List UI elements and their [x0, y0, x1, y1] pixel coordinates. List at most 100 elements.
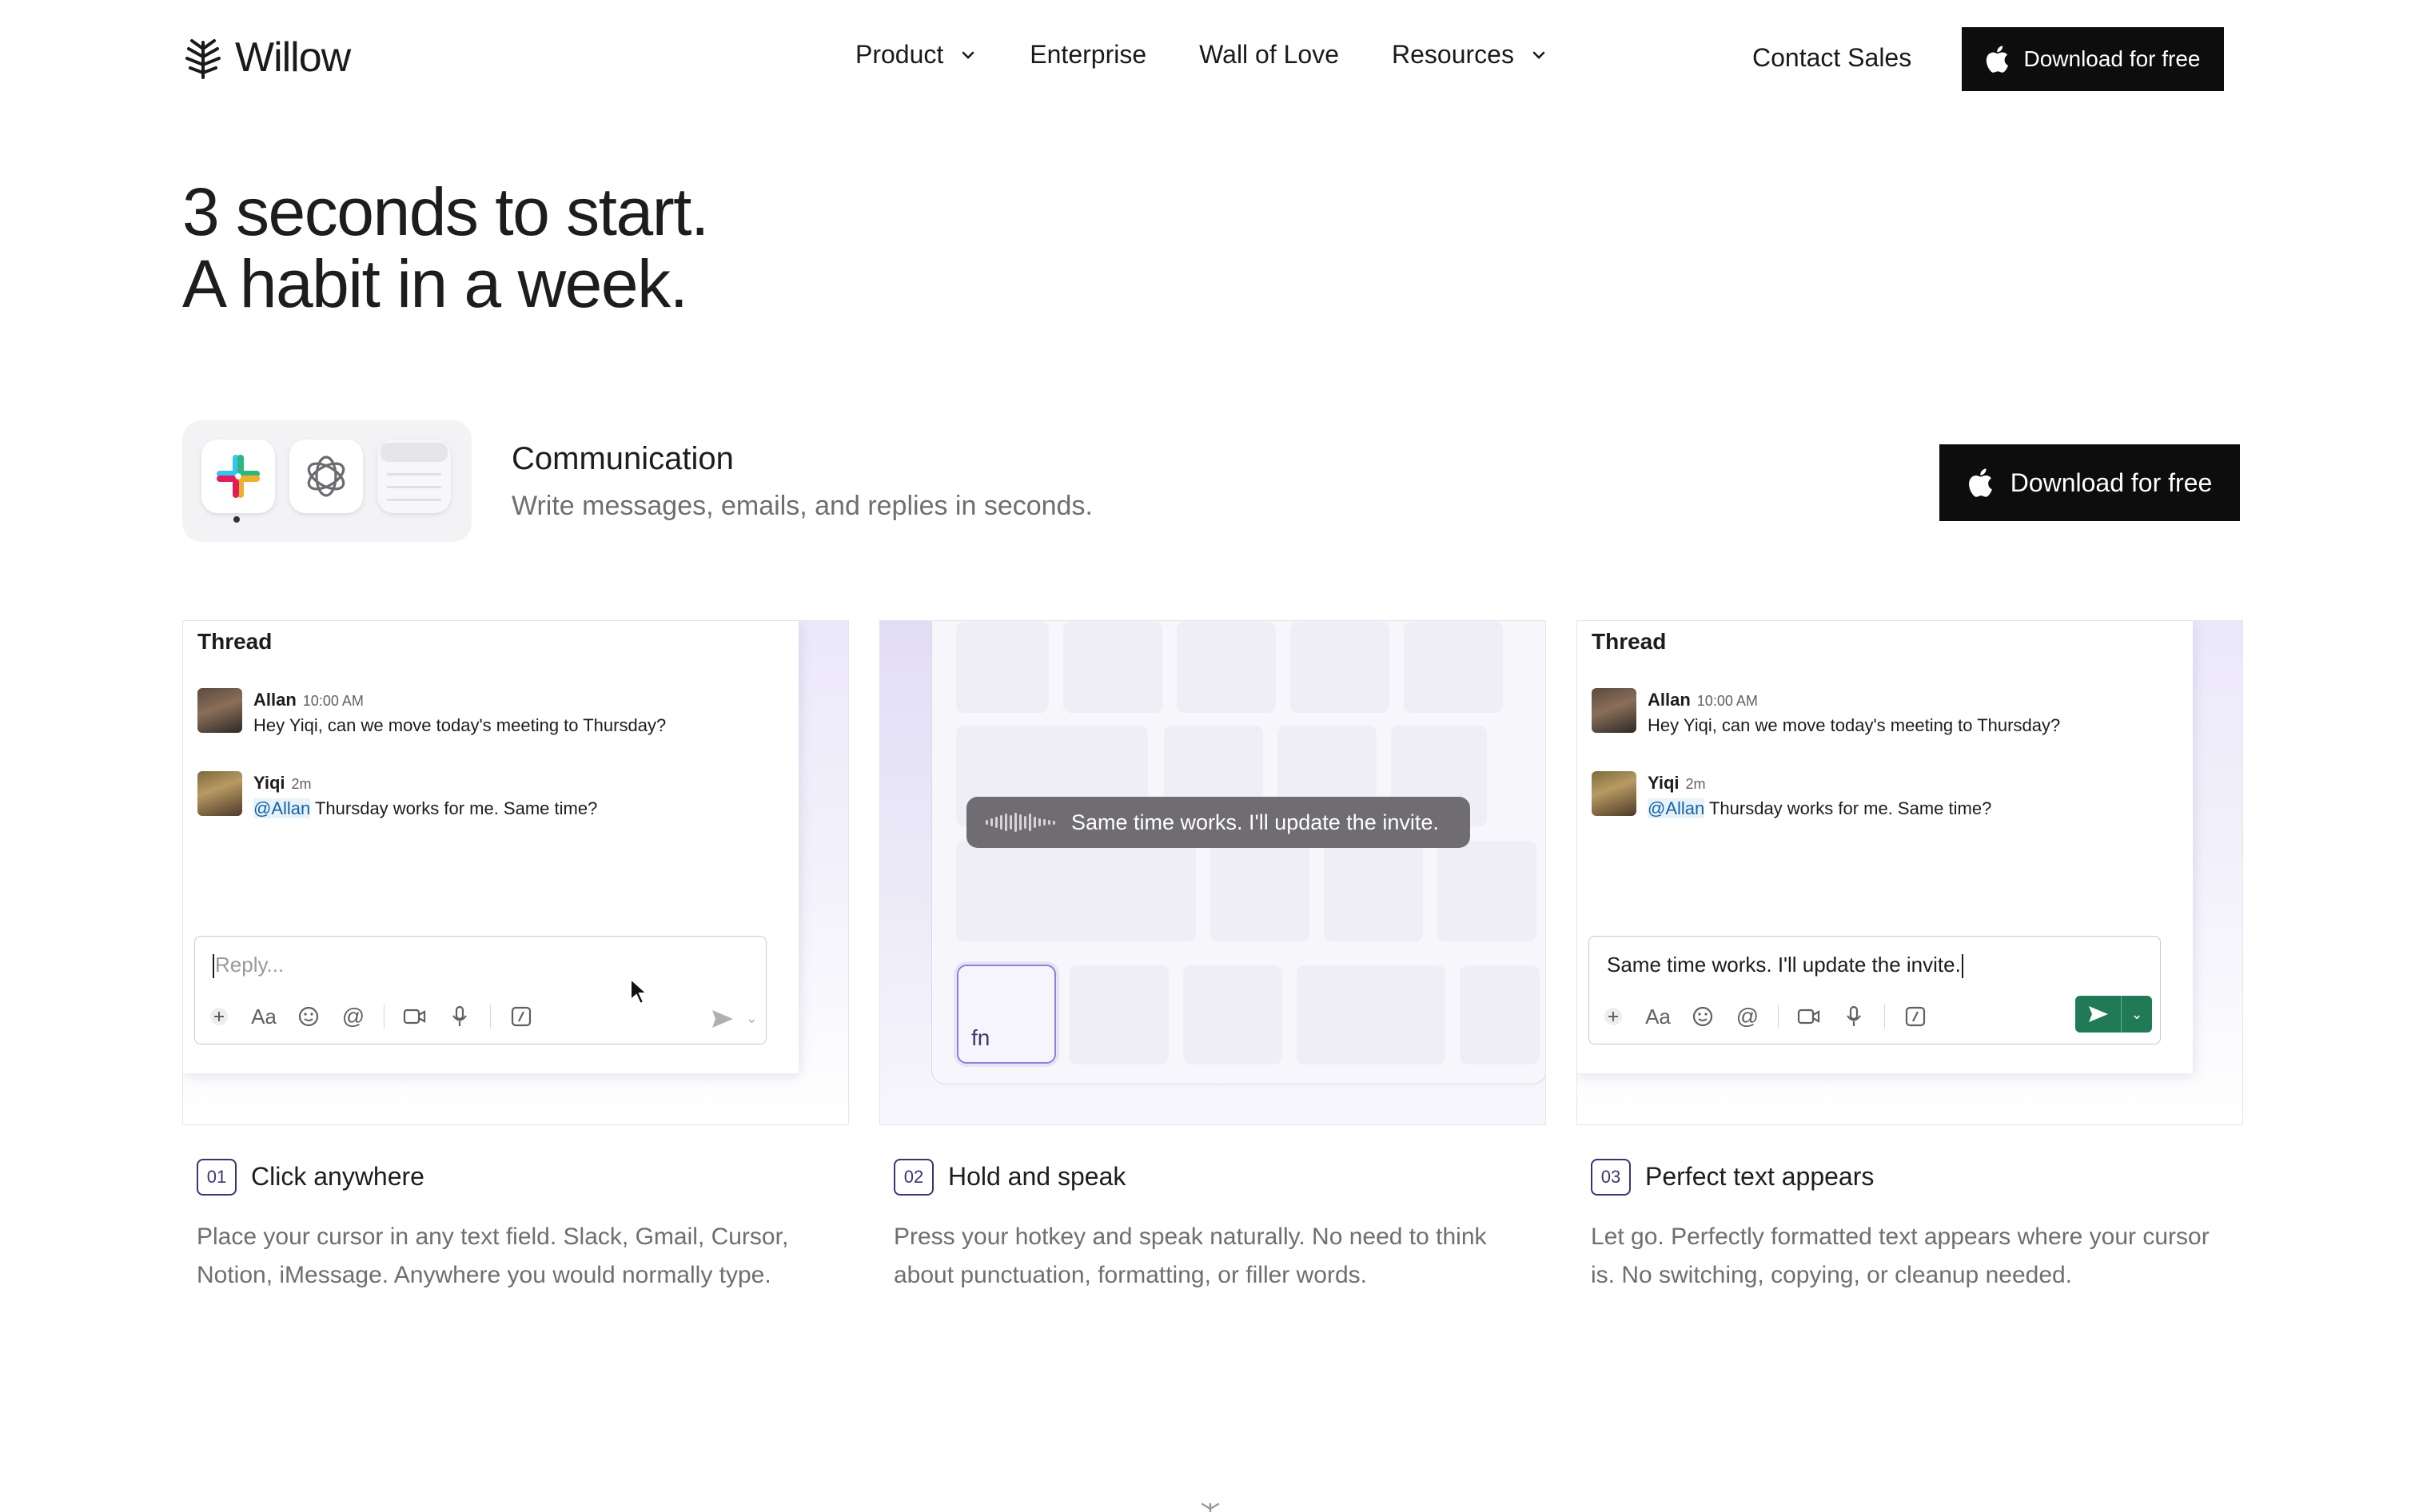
- message-time: 2m: [1685, 776, 1706, 792]
- keyboard-key: [1404, 622, 1503, 713]
- apple-icon: [1985, 46, 2009, 73]
- slash-command-icon[interactable]: [505, 1001, 537, 1033]
- reply-input[interactable]: Reply... Aa @ ⌄: [194, 936, 767, 1044]
- send-button[interactable]: ⌄: [2075, 996, 2152, 1033]
- keyboard-key: [1437, 841, 1536, 941]
- hero-heading: 3 seconds to start. A habit in a week.: [182, 176, 709, 321]
- keyboard-key: [956, 622, 1049, 713]
- keyboard-key: [1070, 965, 1169, 1064]
- feature-title: Communication: [512, 441, 734, 476]
- nav-product[interactable]: Product: [855, 40, 977, 70]
- slack-thread-window: Thread Allan 10:00 AM Hey Yiqi, can we mo…: [183, 621, 799, 1073]
- step-description: Place your cursor in any text field. Sla…: [197, 1224, 789, 1288]
- message-text: @Allan Thursday works for me. Same time?: [1648, 798, 1991, 819]
- hero-line-2: A habit in a week.: [182, 246, 688, 321]
- step-number: 03: [1591, 1159, 1631, 1196]
- plus-icon[interactable]: [203, 1001, 235, 1033]
- feature-description: Write messages, emails, and replies in s…: [512, 491, 1093, 521]
- chevron-down-icon[interactable]: ⌄: [746, 1010, 758, 1027]
- send-icon: [2075, 996, 2122, 1033]
- nav-wall-of-love-label: Wall of Love: [1199, 40, 1340, 69]
- keyboard-key: [1460, 965, 1540, 1064]
- nav-wall-of-love[interactable]: Wall of Love: [1199, 40, 1339, 70]
- nav-product-label: Product: [855, 40, 944, 69]
- download-button-feature-label: Download for free: [2010, 468, 2213, 497]
- apple-icon: [1967, 468, 1993, 497]
- chevron-down-icon: [1532, 51, 1545, 59]
- microphone-icon[interactable]: [1838, 1001, 1870, 1033]
- message-time: 10:00 AM: [302, 693, 364, 709]
- keyboard-key: [1183, 965, 1282, 1064]
- chatgpt-icon[interactable]: [289, 440, 363, 513]
- download-button-nav[interactable]: Download for free: [1962, 27, 2224, 91]
- thread-title: Thread: [1592, 629, 1667, 654]
- slack-icon[interactable]: [201, 440, 275, 513]
- step-number: 01: [197, 1159, 237, 1196]
- nav-enterprise[interactable]: Enterprise: [1030, 40, 1146, 70]
- mention-link[interactable]: @Allan: [253, 798, 311, 818]
- step-description: Press your hotkey and speak naturally. N…: [894, 1224, 1487, 1288]
- toolbar-divider: [1884, 1005, 1885, 1029]
- keyboard-key: [1210, 841, 1309, 941]
- message-text: Hey Yiqi, can we move today's meeting to…: [1648, 715, 2061, 735]
- reply-text: Same time works. I'll update the invite.: [1607, 953, 1963, 979]
- message-time: 2m: [291, 776, 312, 792]
- mention-icon[interactable]: @: [337, 1001, 369, 1033]
- keyboard-key: [1290, 622, 1389, 713]
- logo-wordmark: Willow: [235, 34, 351, 81]
- avatar: [197, 771, 242, 816]
- willow-logo[interactable]: Willow: [182, 34, 351, 82]
- keyboard-key: [1063, 622, 1162, 713]
- keyboard-key: [1324, 841, 1423, 941]
- video-icon[interactable]: [399, 1001, 431, 1033]
- message-author: Yiqi: [253, 773, 285, 793]
- format-text-icon[interactable]: Aa: [248, 1001, 280, 1033]
- download-button-nav-label: Download for free: [2023, 46, 2201, 71]
- nav-links: Product Enterprise Wall of Love Resource…: [855, 40, 1600, 70]
- mention-icon[interactable]: @: [1732, 1001, 1763, 1033]
- microphone-icon[interactable]: [444, 1001, 476, 1033]
- waveform-icon: [986, 813, 1055, 832]
- emoji-icon[interactable]: [1687, 1001, 1719, 1033]
- contact-sales-link[interactable]: Contact Sales: [1752, 43, 1911, 73]
- transcription-text: Same time works. I'll update the invite.: [1071, 810, 1439, 834]
- keyboard-key: [1177, 622, 1276, 713]
- message-time: 10:00 AM: [1696, 693, 1758, 709]
- format-text-icon[interactable]: Aa: [1642, 1001, 1674, 1033]
- emoji-icon[interactable]: [293, 1001, 325, 1033]
- message-author: Allan: [1648, 690, 1691, 710]
- message-text: @Allan Thursday works for me. Same time?: [253, 798, 597, 819]
- step-description: Let go. Perfectly formatted text appears…: [1591, 1224, 2210, 1288]
- chevron-down-icon[interactable]: ⌄: [2122, 1006, 2152, 1023]
- reply-placeholder: Reply...: [213, 953, 284, 979]
- toolbar-divider: [490, 1005, 491, 1029]
- transcription-pill: Same time works. I'll update the invite.: [966, 797, 1470, 848]
- composer-toolbar: Aa @: [1597, 1001, 1944, 1033]
- avatar: [1592, 688, 1636, 733]
- message-author: Allan: [253, 690, 297, 710]
- step-title: Perfect text appears: [1645, 1162, 1875, 1191]
- fn-hotkey[interactable]: fn: [957, 965, 1056, 1064]
- selected-app-indicator: [233, 516, 240, 523]
- mail-app-icon[interactable]: [377, 440, 451, 513]
- mouse-pointer-icon: [629, 977, 650, 1010]
- nav-resources[interactable]: Resources: [1392, 40, 1548, 70]
- demo-panel-click: Thread Allan 10:00 AM Hey Yiqi, can we mo…: [182, 620, 849, 1125]
- plus-icon[interactable]: [1597, 1001, 1629, 1033]
- chevron-down-icon: [962, 51, 974, 59]
- mention-link[interactable]: @Allan: [1648, 798, 1705, 818]
- avatar: [1592, 771, 1636, 816]
- download-button-feature[interactable]: Download for free: [1939, 444, 2240, 521]
- nav-resources-label: Resources: [1392, 40, 1514, 69]
- send-icon[interactable]: [708, 1007, 737, 1031]
- thread-title: Thread: [197, 629, 273, 654]
- message-body: Thursday works for me. Same time?: [310, 798, 598, 818]
- demo-panel-result: Thread Allan 10:00 AM Hey Yiqi, can we mo…: [1576, 620, 2243, 1125]
- reply-input[interactable]: Same time works. I'll update the invite.…: [1588, 936, 2161, 1044]
- slash-command-icon[interactable]: [1899, 1001, 1931, 1033]
- video-icon[interactable]: [1793, 1001, 1825, 1033]
- toolbar-divider: [1778, 1005, 1779, 1029]
- top-nav: Willow Product Enterprise Wall of Love R…: [0, 0, 2411, 120]
- message-author: Yiqi: [1648, 773, 1680, 793]
- slack-thread-window: Thread Allan 10:00 AM Hey Yiqi, can we mo…: [1577, 621, 2193, 1073]
